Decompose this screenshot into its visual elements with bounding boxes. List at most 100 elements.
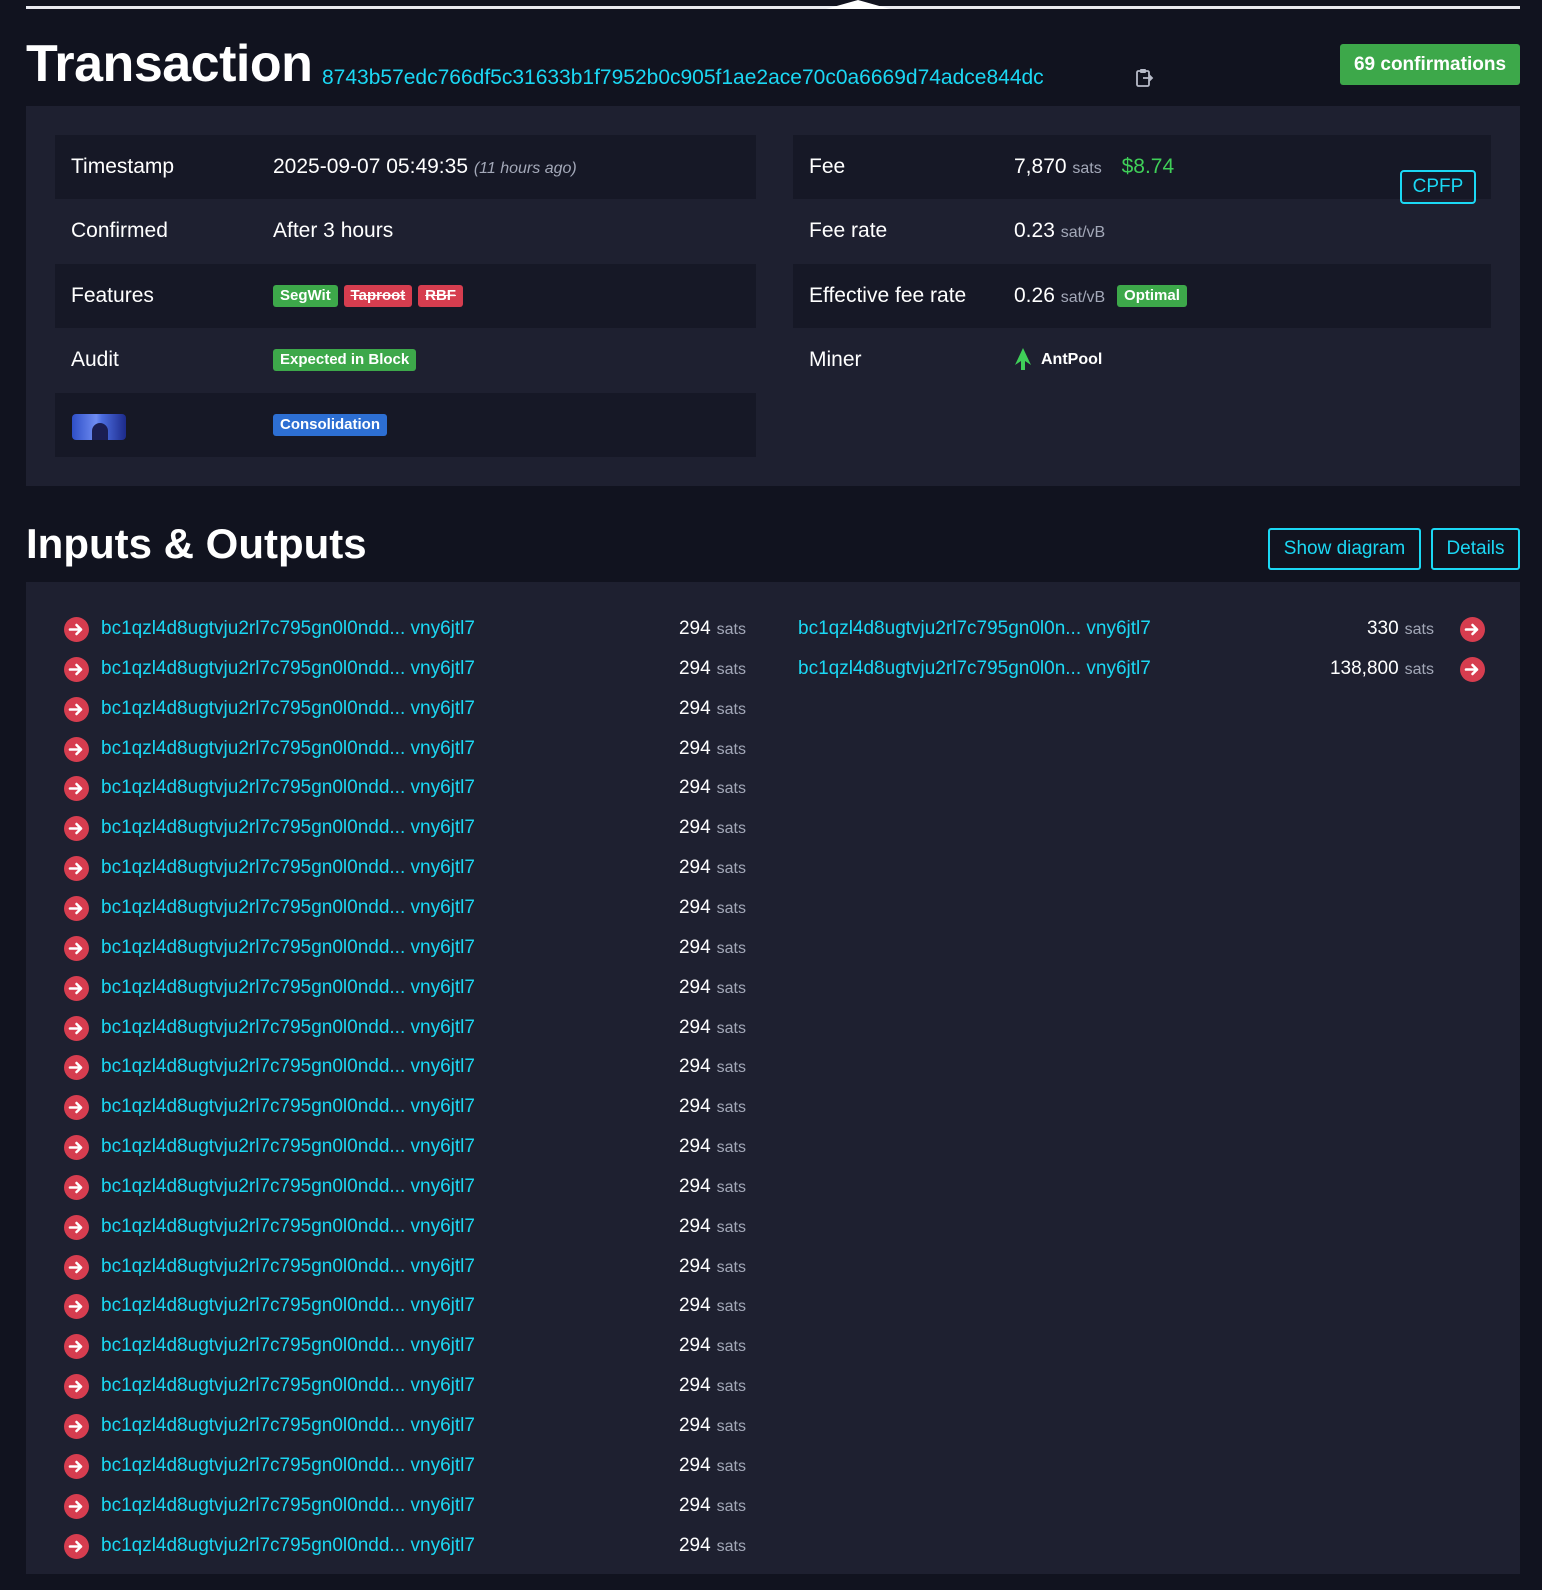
input-amount: 294 sats (679, 1052, 746, 1083)
confirmations-badge: 69 confirmations (1340, 44, 1520, 85)
input-address[interactable]: bc1qzl4d8ugtvju2rl7c795gn0l0ndd... vny6j… (101, 694, 475, 724)
clipboard-icon[interactable] (1136, 68, 1154, 88)
input-amount-unit: sats (716, 1059, 746, 1076)
output-arrow-icon[interactable] (1460, 657, 1485, 682)
input-arrow-icon[interactable] (64, 1215, 89, 1240)
miner-value[interactable]: AntPool (1041, 328, 1102, 392)
input-arrow-icon[interactable] (64, 737, 89, 762)
taproot-tag[interactable]: Taproot (343, 285, 413, 308)
input-row: bc1qzl4d8ugtvju2rl7c795gn0l0ndd... vny6j… (0, 1411, 770, 1441)
input-address[interactable]: bc1qzl4d8ugtvju2rl7c795gn0l0ndd... vny6j… (101, 973, 475, 1003)
input-arrow-icon[interactable] (64, 856, 89, 881)
segwit-tag[interactable]: SegWit (273, 285, 338, 308)
input-amount: 294 sats (679, 614, 746, 645)
rbf-tag[interactable]: RBF (418, 285, 463, 308)
input-row: bc1qzl4d8ugtvju2rl7c795gn0l0ndd... vny6j… (0, 1451, 770, 1481)
input-row: bc1qzl4d8ugtvju2rl7c795gn0l0ndd... vny6j… (0, 1371, 770, 1401)
input-address[interactable]: bc1qzl4d8ugtvju2rl7c795gn0l0ndd... vny6j… (101, 1132, 475, 1162)
input-address[interactable]: bc1qzl4d8ugtvju2rl7c795gn0l0ndd... vny6j… (101, 1291, 475, 1321)
input-row: bc1qzl4d8ugtvju2rl7c795gn0l0ndd... vny6j… (0, 973, 770, 1003)
consolidation-tag[interactable]: Consolidation (273, 414, 387, 437)
details-button[interactable]: Details (1431, 528, 1520, 570)
input-amount: 294 sats (679, 694, 746, 725)
output-amount: 330 sats (1367, 614, 1434, 645)
input-address[interactable]: bc1qzl4d8ugtvju2rl7c795gn0l0ndd... vny6j… (101, 1092, 475, 1122)
input-row: bc1qzl4d8ugtvju2rl7c795gn0l0ndd... vny6j… (0, 1092, 770, 1122)
input-amount: 294 sats (679, 1291, 746, 1322)
input-arrow-icon[interactable] (64, 976, 89, 1001)
input-address[interactable]: bc1qzl4d8ugtvju2rl7c795gn0l0ndd... vny6j… (101, 1013, 475, 1043)
input-address[interactable]: bc1qzl4d8ugtvju2rl7c795gn0l0ndd... vny6j… (101, 1451, 475, 1481)
antpool-logo-icon (1014, 348, 1032, 370)
input-amount-value: 294 (678, 1017, 711, 1038)
input-address[interactable]: bc1qzl4d8ugtvju2rl7c795gn0l0ndd... vny6j… (101, 1531, 475, 1561)
input-amount-unit: sats (716, 820, 746, 837)
txid-link[interactable]: 8743b57edc766df5c31633b1f7952b0c905f1ae2… (322, 64, 1044, 92)
input-address[interactable]: bc1qzl4d8ugtvju2rl7c795gn0l0ndd... vny6j… (101, 1052, 475, 1082)
input-address[interactable]: bc1qzl4d8ugtvju2rl7c795gn0l0ndd... vny6j… (101, 1212, 475, 1242)
fee-unit: sats (1072, 160, 1102, 177)
input-address[interactable]: bc1qzl4d8ugtvju2rl7c795gn0l0ndd... vny6j… (101, 933, 475, 963)
audit-label: Audit (71, 348, 119, 371)
show-diagram-button[interactable]: Show diagram (1268, 528, 1421, 570)
input-arrow-icon[interactable] (64, 697, 89, 722)
input-arrow-icon[interactable] (64, 617, 89, 642)
input-address[interactable]: bc1qzl4d8ugtvju2rl7c795gn0l0ndd... vny6j… (101, 614, 475, 644)
output-address[interactable]: bc1qzl4d8ugtvju2rl7c795gn0l0n... vny6jtl… (798, 654, 1151, 684)
input-arrow-icon[interactable] (64, 1454, 89, 1479)
input-address[interactable]: bc1qzl4d8ugtvju2rl7c795gn0l0ndd... vny6j… (101, 1491, 475, 1521)
input-row: bc1qzl4d8ugtvju2rl7c795gn0l0ndd... vny6j… (0, 614, 770, 644)
output-address[interactable]: bc1qzl4d8ugtvju2rl7c795gn0l0n... vny6jtl… (798, 614, 1151, 644)
input-address[interactable]: bc1qzl4d8ugtvju2rl7c795gn0l0ndd... vny6j… (101, 1371, 475, 1401)
input-address[interactable]: bc1qzl4d8ugtvju2rl7c795gn0l0ndd... vny6j… (101, 1411, 475, 1441)
input-arrow-icon[interactable] (64, 1175, 89, 1200)
input-amount-value: 294 (678, 1176, 711, 1197)
input-arrow-icon[interactable] (64, 657, 89, 682)
input-amount: 294 sats (679, 1331, 746, 1362)
input-amount-value: 294 (678, 1295, 711, 1316)
expected-in-block-tag[interactable]: Expected in Block (273, 349, 417, 372)
input-arrow-icon[interactable] (64, 1255, 89, 1280)
input-arrow-icon[interactable] (64, 1334, 89, 1359)
input-amount-unit: sats (716, 860, 746, 877)
input-amount: 294 sats (679, 813, 746, 844)
input-amount: 294 sats (679, 1411, 746, 1442)
input-arrow-icon[interactable] (64, 1374, 89, 1399)
output-arrow-icon[interactable] (1460, 617, 1485, 642)
input-arrow-icon[interactable] (64, 1055, 89, 1080)
effective-fee-rate-amount: 0.26 (1014, 284, 1055, 307)
input-arrow-icon[interactable] (64, 1494, 89, 1519)
input-arrow-icon[interactable] (64, 1095, 89, 1120)
input-amount-unit: sats (716, 1338, 746, 1355)
input-address[interactable]: bc1qzl4d8ugtvju2rl7c795gn0l0ndd... vny6j… (101, 654, 475, 684)
input-row: bc1qzl4d8ugtvju2rl7c795gn0l0ndd... vny6j… (0, 1052, 770, 1082)
input-address[interactable]: bc1qzl4d8ugtvju2rl7c795gn0l0ndd... vny6j… (101, 813, 475, 843)
input-arrow-icon[interactable] (64, 816, 89, 841)
effective-fee-rate-label: Effective fee rate (809, 284, 967, 307)
input-arrow-icon[interactable] (64, 896, 89, 921)
output-row: bc1qzl4d8ugtvju2rl7c795gn0l0n... vny6jtl… (790, 654, 1490, 684)
fee-label: Fee (809, 155, 846, 178)
input-address[interactable]: bc1qzl4d8ugtvju2rl7c795gn0l0ndd... vny6j… (101, 1252, 475, 1282)
input-arrow-icon[interactable] (64, 936, 89, 961)
confirmed-value: After 3 hours (273, 219, 394, 242)
input-address[interactable]: bc1qzl4d8ugtvju2rl7c795gn0l0ndd... vny6j… (101, 734, 475, 764)
input-row: bc1qzl4d8ugtvju2rl7c795gn0l0ndd... vny6j… (0, 933, 770, 963)
input-arrow-icon[interactable] (64, 1414, 89, 1439)
audit-value: Expected in Block (273, 328, 417, 392)
input-address[interactable]: bc1qzl4d8ugtvju2rl7c795gn0l0ndd... vny6j… (101, 853, 475, 883)
miner-label: Miner (809, 348, 862, 371)
input-address[interactable]: bc1qzl4d8ugtvju2rl7c795gn0l0ndd... vny6j… (101, 1331, 475, 1361)
input-arrow-icon[interactable] (64, 1016, 89, 1041)
cpfp-button[interactable]: CPFP (1400, 170, 1476, 204)
input-address[interactable]: bc1qzl4d8ugtvju2rl7c795gn0l0ndd... vny6j… (101, 773, 475, 803)
input-arrow-icon[interactable] (64, 1534, 89, 1559)
input-arrow-icon[interactable] (64, 776, 89, 801)
input-address[interactable]: bc1qzl4d8ugtvju2rl7c795gn0l0ndd... vny6j… (101, 893, 475, 923)
input-address[interactable]: bc1qzl4d8ugtvju2rl7c795gn0l0ndd... vny6j… (101, 1172, 475, 1202)
input-arrow-icon[interactable] (64, 1294, 89, 1319)
input-amount-value: 294 (678, 1256, 711, 1277)
fee-amount: 7,870 (1014, 155, 1067, 178)
input-arrow-icon[interactable] (64, 1135, 89, 1160)
input-amount: 294 sats (679, 1531, 746, 1562)
